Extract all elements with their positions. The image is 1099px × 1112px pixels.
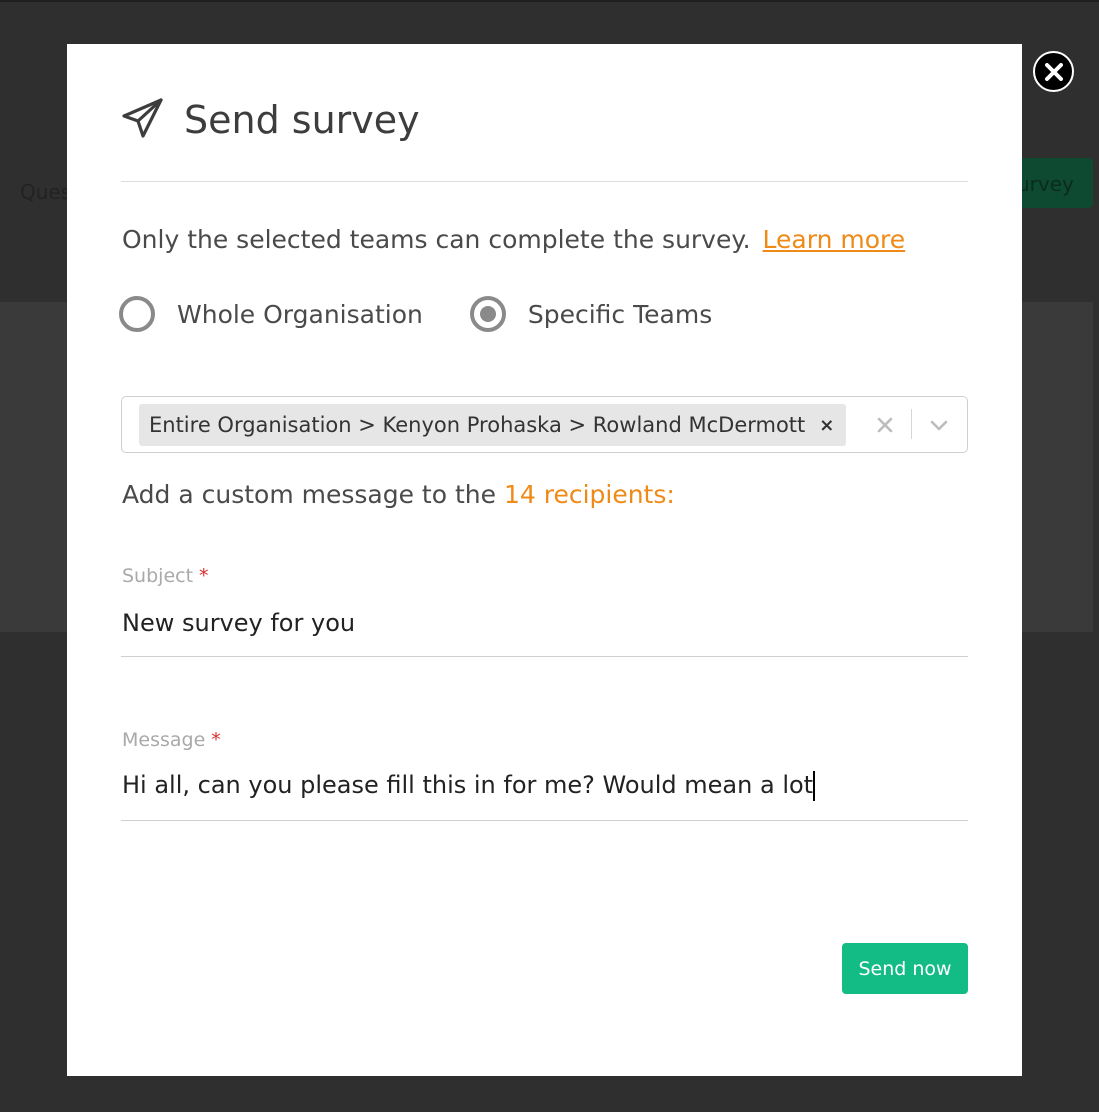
subject-input[interactable] bbox=[121, 604, 968, 657]
audience-radio-group: Whole Organisation Specific Teams bbox=[119, 296, 759, 332]
text-caret bbox=[813, 771, 816, 801]
modal-close-button[interactable] bbox=[1033, 51, 1074, 92]
subject-label: Subject * bbox=[122, 565, 209, 587]
radio-checked-icon bbox=[469, 296, 506, 332]
message-text: Hi all, can you please fill this in for … bbox=[121, 764, 968, 806]
select-separator bbox=[911, 409, 912, 439]
send-now-button[interactable]: Send now bbox=[842, 943, 968, 994]
chip-label: Entire Organisation > Kenyon Prohaska > … bbox=[149, 413, 806, 437]
background-top-border bbox=[0, 0, 1099, 2]
required-mark: * bbox=[211, 729, 221, 751]
subject-label-text: Subject bbox=[122, 565, 194, 587]
radio-label: Whole Organisation bbox=[177, 299, 423, 329]
clear-x-icon[interactable] bbox=[874, 414, 896, 436]
custom-message-heading: Add a custom message to the 14 recipient… bbox=[122, 480, 675, 509]
radio-whole-organisation[interactable]: Whole Organisation bbox=[119, 296, 423, 332]
custom-message-prefix: Add a custom message to the bbox=[122, 480, 496, 509]
learn-more-link[interactable]: Learn more bbox=[763, 225, 906, 254]
chevron-down-icon[interactable] bbox=[927, 414, 951, 436]
message-label: Message * bbox=[122, 729, 221, 751]
chip-remove-icon[interactable]: × bbox=[819, 415, 834, 436]
radio-unchecked-icon bbox=[119, 296, 155, 332]
team-multiselect[interactable]: Entire Organisation > Kenyon Prohaska > … bbox=[121, 396, 968, 453]
radio-label: Specific Teams bbox=[527, 299, 713, 329]
send-survey-modal: Send survey Only the selected teams can … bbox=[67, 44, 1022, 1076]
message-value: Hi all, can you please fill this in for … bbox=[122, 771, 814, 799]
close-icon bbox=[1044, 62, 1063, 81]
recipients-count: 14 recipients: bbox=[503, 480, 675, 509]
paper-plane-icon bbox=[122, 98, 163, 138]
radio-specific-teams[interactable]: Specific Teams bbox=[469, 296, 713, 332]
intro-description: Only the selected teams can complete the… bbox=[122, 225, 751, 254]
intro-text: Only the selected teams can complete the… bbox=[122, 220, 905, 260]
modal-header: Send survey bbox=[121, 96, 968, 182]
message-input[interactable]: Hi all, can you please fill this in for … bbox=[121, 764, 968, 821]
required-mark: * bbox=[199, 565, 209, 587]
message-label-text: Message bbox=[122, 729, 206, 751]
selected-team-chip: Entire Organisation > Kenyon Prohaska > … bbox=[139, 404, 847, 446]
background-tab-label: Ques bbox=[20, 180, 72, 204]
modal-title: Send survey bbox=[184, 98, 420, 142]
